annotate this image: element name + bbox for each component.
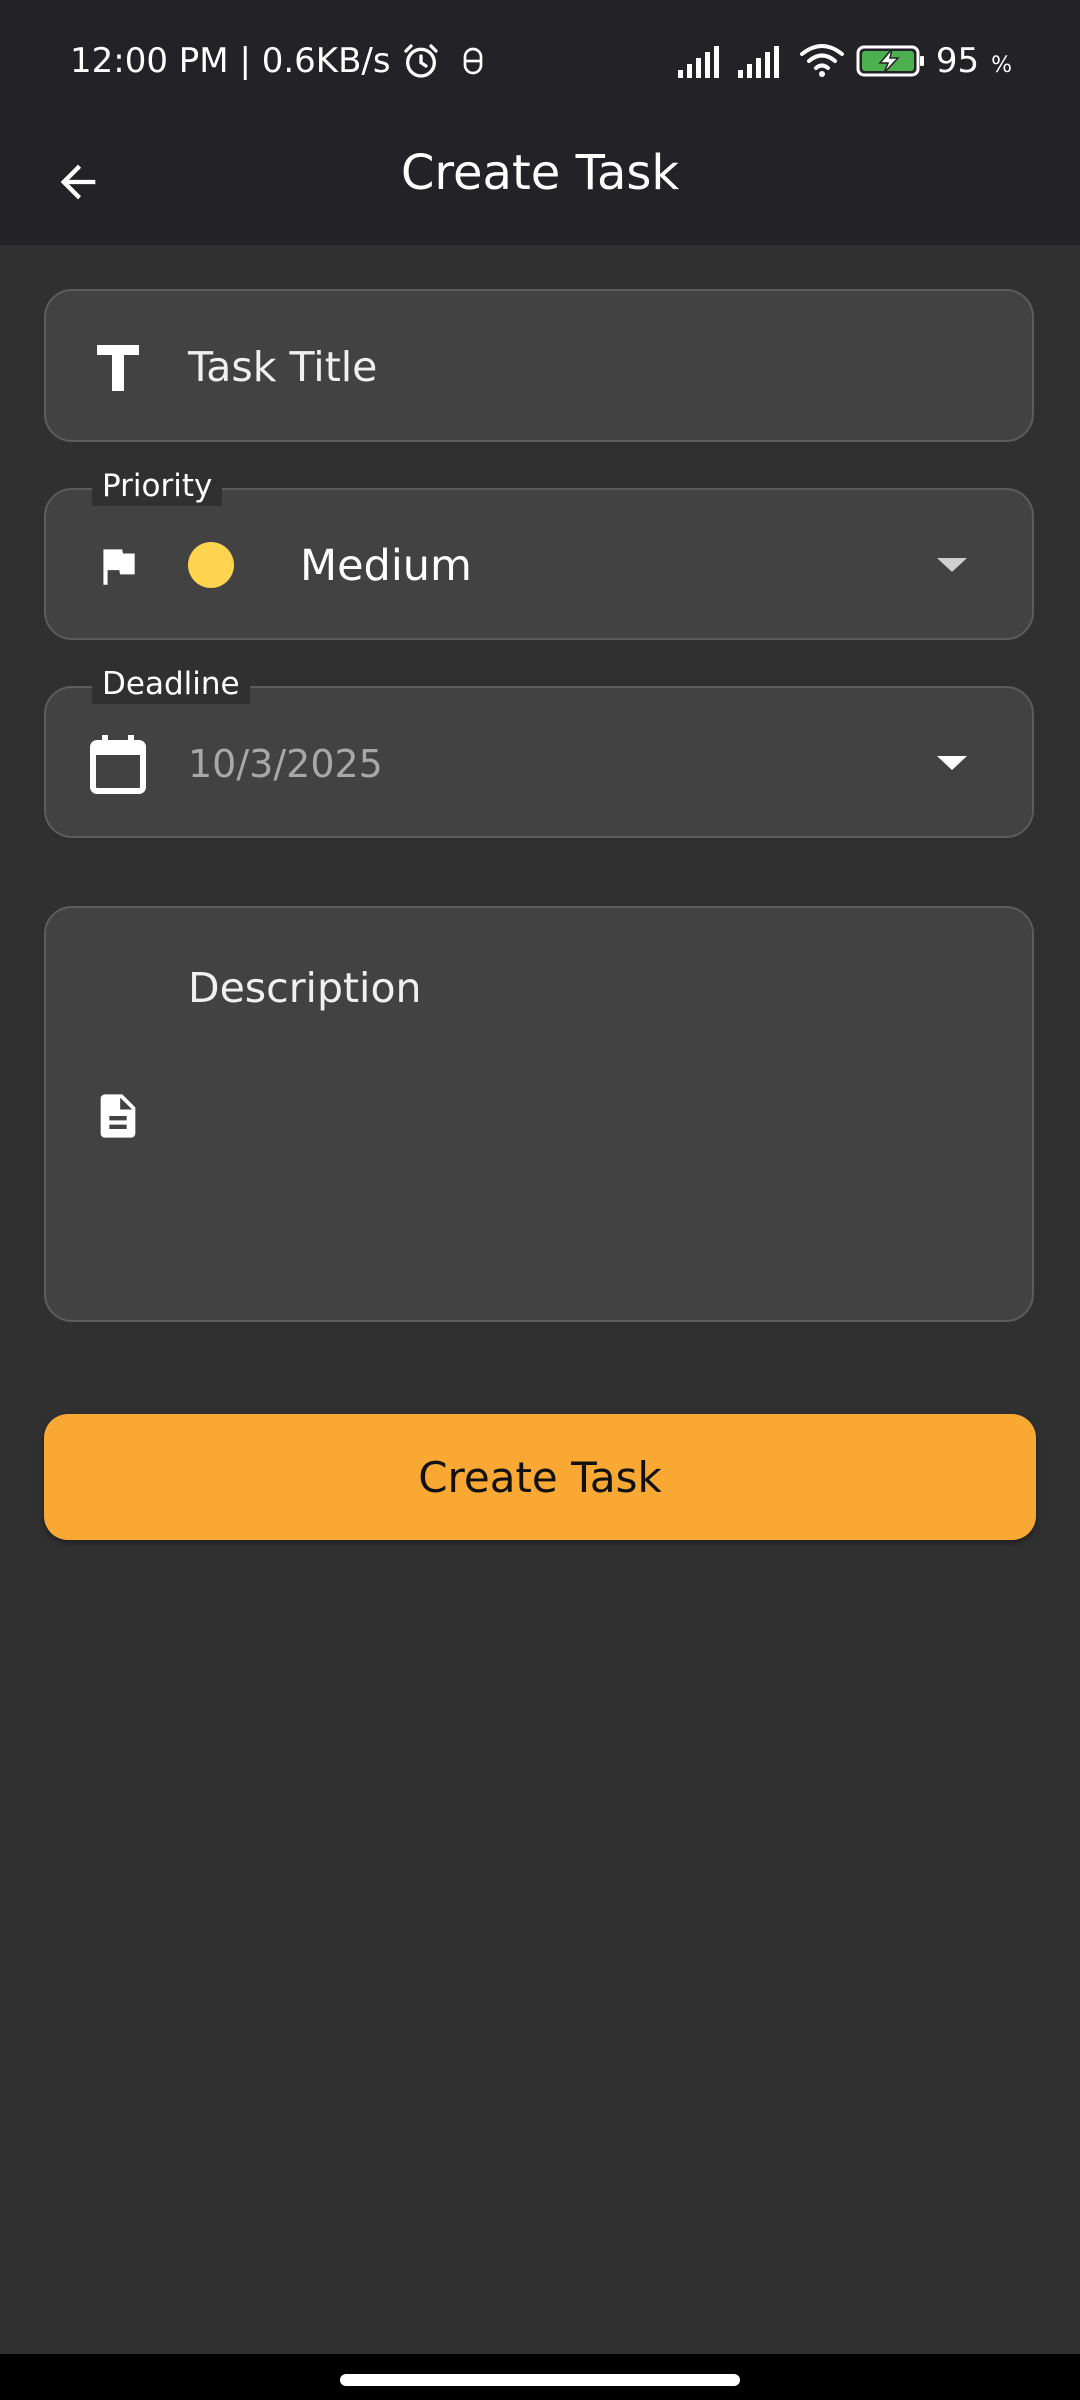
description-placeholder: Description xyxy=(188,964,422,1012)
calendar-icon xyxy=(82,728,154,800)
signal-icon xyxy=(737,46,779,78)
status-left: 12:00 PM | 0.6KB/s xyxy=(70,36,489,86)
create-task-screen: 12:00 PM | 0.6KB/s 95 % Create Task Task… xyxy=(0,0,1080,2400)
system-navigation-bar xyxy=(0,2354,1080,2400)
notification-icon xyxy=(463,47,482,75)
deadline-picker[interactable]: Deadline 10/3/2025 xyxy=(44,664,1034,838)
deadline-label: Deadline xyxy=(92,664,250,704)
top-bar: 12:00 PM | 0.6KB/s 95 % Create Task xyxy=(0,0,1080,245)
create-task-button[interactable]: Create Task xyxy=(44,1414,1036,1540)
status-separator: | xyxy=(228,41,262,81)
network-speed: 0.6KB/s xyxy=(261,41,391,81)
priority-color-dot xyxy=(188,542,234,588)
flag-icon xyxy=(82,530,154,602)
priority-select[interactable]: Priority Medium xyxy=(44,466,1034,640)
home-indicator[interactable] xyxy=(340,2374,740,2386)
document-icon xyxy=(82,1080,154,1152)
signal-icon xyxy=(677,46,719,78)
status-right: 95% xyxy=(677,36,1012,86)
battery-charging-icon xyxy=(856,45,924,77)
battery-unit: % xyxy=(991,52,1012,78)
chevron-down-icon xyxy=(922,536,982,596)
deadline-value: 10/3/2025 xyxy=(188,742,383,786)
status-time: 12:00 PM xyxy=(70,41,229,81)
battery-level: 95 xyxy=(935,41,980,81)
priority-label: Priority xyxy=(92,466,223,506)
description-input[interactable]: Description xyxy=(44,906,1034,1322)
page-title: Create Task xyxy=(400,145,680,201)
alarm-icon xyxy=(403,44,438,78)
task-title-input[interactable]: Task Title xyxy=(44,289,1034,442)
task-title-placeholder: Task Title xyxy=(188,343,378,391)
title-icon xyxy=(82,331,154,403)
priority-value: Medium xyxy=(300,541,472,591)
wifi-icon xyxy=(799,44,844,77)
chevron-down-icon xyxy=(922,734,982,794)
status-bar: 12:00 PM | 0.6KB/s 95 % xyxy=(0,0,1080,120)
app-bar: Create Task xyxy=(0,120,1080,245)
